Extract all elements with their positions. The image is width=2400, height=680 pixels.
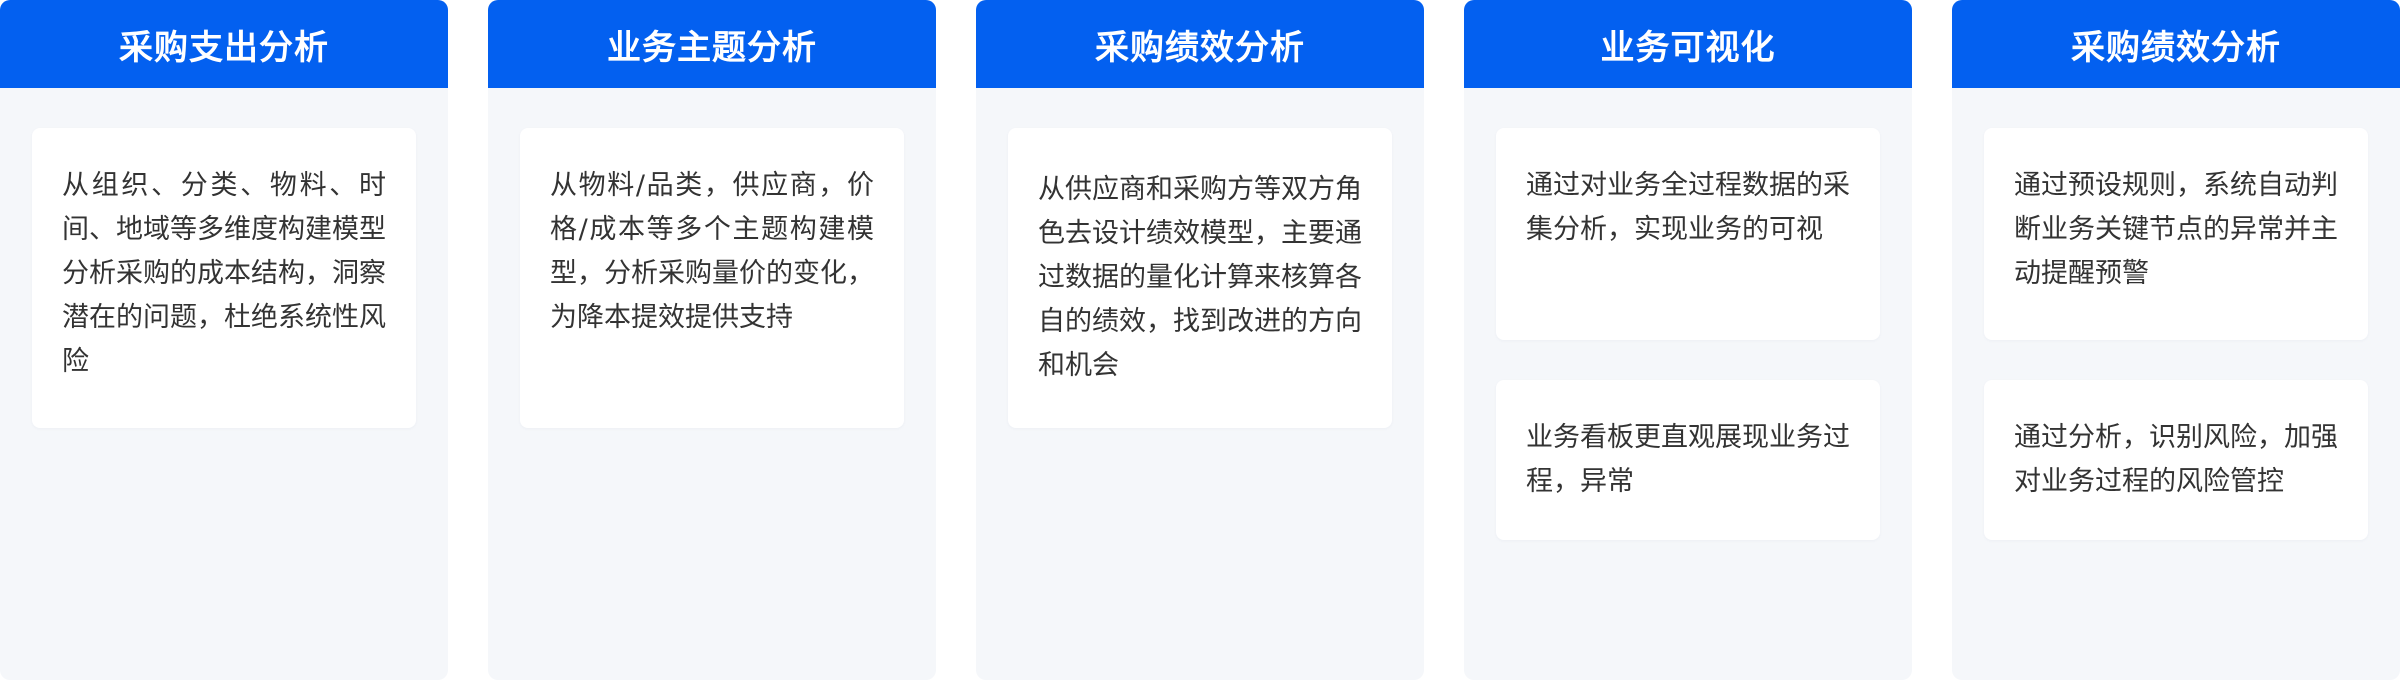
column-title: 业务主题分析 xyxy=(488,0,936,88)
card-text: 从物料/品类，供应商，价格/成本等多个主题构建模型，分析采购量价的变化，为降本提… xyxy=(550,170,874,333)
feature-columns: 采购支出分析 从组织、分类、物料、时间、地域等多维度构建模型分析采购的成本结构，… xyxy=(0,0,2400,680)
column-procurement-performance-alerts: 采购绩效分析 通过预设规则，系统自动判断业务关键节点的异常并主动提醒预警 通过分… xyxy=(1952,0,2400,680)
card-text: 业务看板更直观展现业务过程，异常 xyxy=(1526,422,1850,497)
column-title: 采购绩效分析 xyxy=(1952,0,2400,88)
card-text: 通过对业务全过程数据的采集分析，实现业务的可视 xyxy=(1526,170,1850,245)
column-title: 采购绩效分析 xyxy=(976,0,1424,88)
card-text: 通过分析，识别风险，加强对业务过程的风险管控 xyxy=(2014,422,2338,497)
description-card: 通过分析，识别风险，加强对业务过程的风险管控 xyxy=(1984,380,2368,540)
column-business-visualization: 业务可视化 通过对业务全过程数据的采集分析，实现业务的可视 业务看板更直观展现业… xyxy=(1464,0,1912,680)
column-procurement-spend-analysis: 采购支出分析 从组织、分类、物料、时间、地域等多维度构建模型分析采购的成本结构，… xyxy=(0,0,448,680)
column-business-topic-analysis: 业务主题分析 从物料/品类，供应商，价格/成本等多个主题构建模型，分析采购量价的… xyxy=(488,0,936,680)
description-card: 从供应商和采购方等双方角色去设计绩效模型，主要通过数据的量化计算来核算各自的绩效… xyxy=(1008,128,1392,428)
card-text: 从供应商和采购方等双方角色去设计绩效模型，主要通过数据的量化计算来核算各自的绩效… xyxy=(1038,174,1362,381)
column-title: 采购支出分析 xyxy=(0,0,448,88)
description-card: 通过预设规则，系统自动判断业务关键节点的异常并主动提醒预警 xyxy=(1984,128,2368,340)
description-card: 从组织、分类、物料、时间、地域等多维度构建模型分析采购的成本结构，洞察潜在的问题… xyxy=(32,128,416,428)
card-text: 通过预设规则，系统自动判断业务关键节点的异常并主动提醒预警 xyxy=(2014,170,2338,289)
column-title: 业务可视化 xyxy=(1464,0,1912,88)
description-card: 业务看板更直观展现业务过程，异常 xyxy=(1496,380,1880,540)
card-text: 从组织、分类、物料、时间、地域等多维度构建模型分析采购的成本结构，洞察潜在的问题… xyxy=(62,170,386,377)
description-card: 从物料/品类，供应商，价格/成本等多个主题构建模型，分析采购量价的变化，为降本提… xyxy=(520,128,904,428)
column-procurement-performance-analysis: 采购绩效分析 从供应商和采购方等双方角色去设计绩效模型，主要通过数据的量化计算来… xyxy=(976,0,1424,680)
description-card: 通过对业务全过程数据的采集分析，实现业务的可视 xyxy=(1496,128,1880,340)
